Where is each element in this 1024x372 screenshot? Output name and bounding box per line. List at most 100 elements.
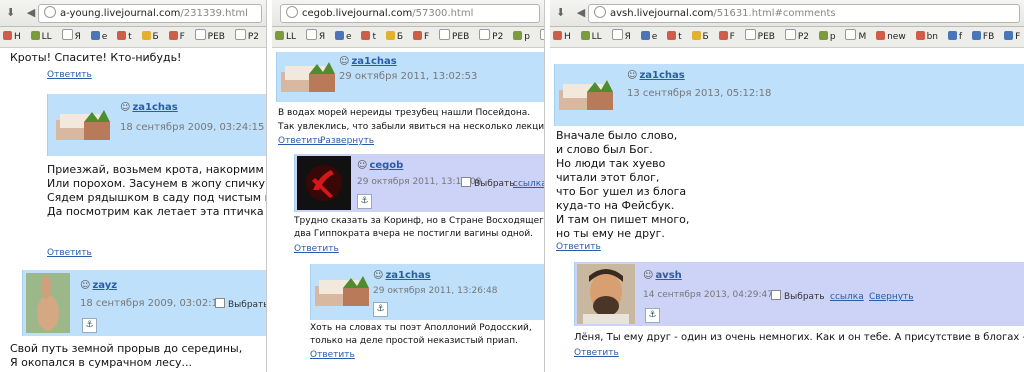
comment-header: za1chas 29 октября 2011, 13:02:53 xyxy=(276,52,544,102)
browser-panel-2: cegob.livejournal.com/57300.html LL Я e … xyxy=(272,0,545,372)
reply-link[interactable]: Ответить xyxy=(574,348,619,358)
bookmark-item[interactable]: t xyxy=(361,32,376,42)
comment-line: Я окопался в сумрачном лесу... xyxy=(10,356,192,369)
browser-panel-1: ⬇ ◀ a-young.livejournal.com/231339.html … xyxy=(0,0,267,372)
select-checkbox[interactable]: Выбрать xyxy=(771,290,825,302)
username-link[interactable]: za1chas xyxy=(373,270,430,281)
bookmark-item[interactable]: e xyxy=(641,32,658,42)
avatar xyxy=(577,264,635,324)
bookmark-item[interactable]: F xyxy=(719,32,735,42)
username-link[interactable]: zayz xyxy=(80,280,117,291)
bookmark-item[interactable]: LL xyxy=(275,32,296,42)
avatar xyxy=(313,272,373,312)
bookmark-item[interactable]: Б xyxy=(142,32,159,42)
reply-link[interactable]: Ответить xyxy=(278,136,323,146)
bookmark-item[interactable]: bn xyxy=(916,32,938,42)
comment-header: za1chas 29 октября 2011, 13:26:48 ⚓ xyxy=(310,264,544,320)
address-bar: cegob.livejournal.com/57300.html xyxy=(272,0,544,27)
checkbox-icon xyxy=(771,290,781,300)
comment-line: Трудно сказать за Коринф, но в Стране Во… xyxy=(294,216,545,226)
bookmark-item[interactable]: p xyxy=(513,32,530,42)
url-field[interactable]: a-young.livejournal.com/231339.html xyxy=(38,4,262,23)
expand-link[interactable]: Развернуть xyxy=(320,136,374,146)
bookmark-item[interactable]: H xyxy=(553,32,571,42)
url-field[interactable]: avsh.livejournal.com/51631.html#comments xyxy=(588,4,1020,23)
select-checkbox[interactable]: Выбрать xyxy=(461,177,515,189)
bookmark-item[interactable]: p xyxy=(819,32,836,42)
permalink-link[interactable]: ссылка xyxy=(830,292,864,302)
bookmark-item[interactable]: LL xyxy=(581,32,602,42)
bookmark-item[interactable]: PEB xyxy=(439,32,469,42)
bookmark-item[interactable]: Б xyxy=(692,32,709,42)
pin-icon[interactable]: ⚓ xyxy=(82,318,97,333)
nav-buttons[interactable]: ⬇ ◀ xyxy=(6,6,39,19)
avatar xyxy=(297,156,351,210)
avatar xyxy=(279,58,339,98)
reply-link[interactable]: Ответить xyxy=(47,70,92,80)
comment-line: но ты ему не друг. xyxy=(556,227,665,240)
avatar xyxy=(54,106,114,146)
pin-icon[interactable]: ⚓ xyxy=(373,302,388,317)
comment-header: zayz 18 сентября 2009, 03:02:19 Выбрать … xyxy=(22,270,266,336)
username-link[interactable]: za1chas xyxy=(627,70,684,81)
username-link[interactable]: za1chas xyxy=(120,102,177,113)
pin-icon[interactable]: ⚓ xyxy=(645,308,660,323)
reply-link[interactable]: Ответить xyxy=(294,244,339,254)
bookmark-item[interactable]: PEB xyxy=(745,32,775,42)
comment-date: 14 сентября 2013, 04:29:47 xyxy=(643,290,773,300)
bookmark-item[interactable]: F xyxy=(1004,32,1020,42)
nav-buttons[interactable]: ⬇ ◀ xyxy=(556,6,589,19)
bookmark-item[interactable]: F xyxy=(169,32,185,42)
comment-line: только на деле простой неказистый приап. xyxy=(310,336,519,346)
globe-icon xyxy=(594,6,606,18)
comment-line: Хоть на словах ты поэт Аполлоний Родосск… xyxy=(310,323,532,333)
bookmark-item[interactable]: t xyxy=(667,32,682,42)
comment-date: 29 октября 2011, 13:26:48 xyxy=(373,286,498,296)
pin-icon[interactable]: ⚓ xyxy=(357,194,372,209)
bookmark-item[interactable]: e xyxy=(91,32,108,42)
bookmark-item[interactable]: P2 xyxy=(479,32,503,42)
bookmark-item[interactable]: Я xyxy=(612,32,631,42)
checkbox-icon xyxy=(461,177,471,187)
bookmark-item[interactable]: P2 xyxy=(235,32,259,42)
bookmark-item[interactable]: e xyxy=(335,32,352,42)
bookmark-item[interactable]: P2 xyxy=(785,32,809,42)
comment-date: 18 сентября 2009, 03:24:15 xyxy=(120,122,265,133)
reply-link[interactable]: Ответить xyxy=(556,242,601,252)
url-field[interactable]: cegob.livejournal.com/57300.html xyxy=(280,4,540,23)
globe-icon xyxy=(44,6,56,18)
select-checkbox[interactable]: Выбрать xyxy=(215,298,266,310)
bookmark-item[interactable]: new xyxy=(876,32,906,42)
comment-date: 18 сентября 2009, 03:02:19 xyxy=(80,298,225,309)
bookmark-item[interactable]: M xyxy=(540,32,544,42)
username-link[interactable]: za1chas xyxy=(339,56,396,67)
bookmark-item[interactable]: f xyxy=(948,32,962,42)
reply-link[interactable]: Ответить xyxy=(310,350,355,360)
comment-date: 13 сентября 2013, 05:12:18 xyxy=(627,88,772,99)
comment-header: za1chas 18 сентября 2009, 03:24:15 xyxy=(47,94,266,156)
comment-line: Так увлеклись, что забыли явиться на нес… xyxy=(278,122,545,132)
bookmark-item[interactable]: F xyxy=(413,32,429,42)
bookmark-item[interactable]: Б xyxy=(386,32,403,42)
bookmark-item[interactable]: t xyxy=(117,32,132,42)
bookmarks-bar: H LL Я e t Б F PEB P2 p M new bn f FB F … xyxy=(550,27,1024,48)
comment-header: avsh 14 сентября 2013, 04:29:47 Выбрать … xyxy=(574,262,1024,326)
reply-link[interactable]: Ответить xyxy=(47,248,92,258)
bookmark-item[interactable]: H xyxy=(3,32,21,42)
comment-header: za1chas 13 сентября 2013, 05:12:18 xyxy=(554,64,1024,126)
collapse-link[interactable]: Свернуть xyxy=(869,292,914,302)
globe-icon xyxy=(286,6,298,18)
username-link[interactable]: cegob xyxy=(357,160,403,171)
permalink-link[interactable]: ссылка xyxy=(513,179,544,189)
bookmark-item[interactable]: Я xyxy=(62,32,81,42)
address-bar: ⬇ ◀ a-young.livejournal.com/231339.html xyxy=(0,0,266,27)
comment-header: cegob 29 октября 2011, 13:19:09 Выбрать … xyxy=(294,154,544,212)
bookmark-item[interactable]: Я xyxy=(306,32,325,42)
username-link[interactable]: avsh xyxy=(643,270,681,281)
bookmark-item[interactable]: FB xyxy=(972,32,994,42)
bookmark-item[interactable]: LL xyxy=(31,32,52,42)
bookmark-item[interactable]: M xyxy=(845,32,866,42)
bookmark-item[interactable]: PEB xyxy=(195,32,225,42)
comment-line: Лёня, Ты ему друг - один из очень немног… xyxy=(574,332,1024,343)
comment-text: Кроты! Спасите! Кто-нибудь! xyxy=(10,51,182,64)
